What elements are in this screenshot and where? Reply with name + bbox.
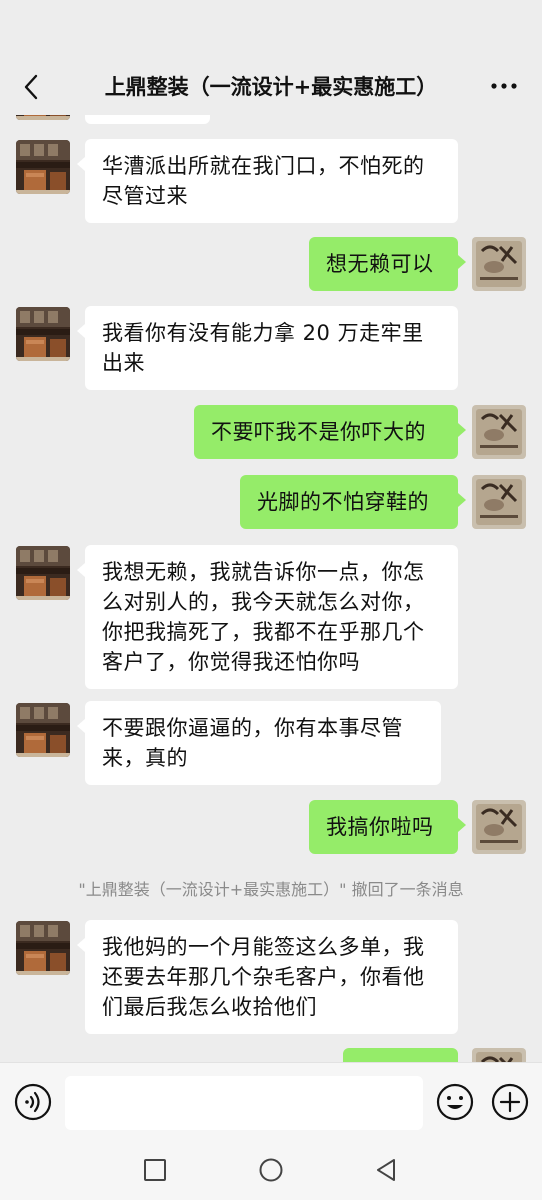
message-bubble-clipped[interactable] [343, 1048, 458, 1062]
contact-avatar[interactable] [16, 307, 70, 361]
contact-avatar[interactable] [16, 703, 70, 757]
message-bubble-outgoing[interactable]: 我搞你啦吗 [309, 800, 466, 854]
contact-avatar[interactable] [16, 921, 70, 975]
more-dots-icon [491, 83, 517, 89]
recent-apps-button[interactable] [143, 1158, 167, 1182]
voice-button[interactable] [14, 1083, 52, 1121]
message-bubble-outgoing[interactable]: 光脚的不怕穿鞋的 [240, 475, 466, 529]
message-bubble-outgoing[interactable]: 不要吓我不是你吓大的 [194, 405, 466, 459]
message-bubble-incoming[interactable]: 华漕派出所就在我门口，不怕死的尽管过来 [77, 139, 458, 223]
more-button[interactable] [490, 76, 520, 96]
circle-icon [259, 1158, 283, 1182]
message-bubble-incoming[interactable]: 我看你有没有能力拿 20 万走牢里出来 [77, 306, 458, 390]
message-bubble-incoming[interactable]: 我他妈的一个月能签这么多单，我还要去年那几个杂毛客户，你看他们最后我怎么收拾他们 [77, 920, 458, 1034]
my-avatar[interactable] [472, 237, 526, 291]
square-icon [144, 1159, 166, 1181]
message-input[interactable] [65, 1076, 423, 1130]
my-avatar[interactable] [472, 405, 526, 459]
more-functions-button[interactable] [491, 1083, 529, 1121]
contact-avatar[interactable] [16, 140, 70, 194]
message-bubble-incoming[interactable]: 我想无赖，我就告诉你一点，你怎么对别人的，我今天就怎么对你，你把我搞死了，我都不… [77, 545, 458, 689]
emoji-button[interactable] [436, 1083, 474, 1121]
system-navigation-bar [0, 1138, 542, 1200]
back-button[interactable] [18, 72, 44, 102]
chat-title: 上鼎整装（一流设计+最实惠施工） [104, 75, 438, 99]
my-avatar[interactable] [472, 800, 526, 854]
message-bubble-incoming[interactable]: 不要跟你逼逼的，你有本事尽管来，真的 [77, 701, 441, 785]
message-list[interactable]: 华漕派出所就在我门口，不怕死的尽管过来 想无赖可以 我看你有没有能力拿 20 万… [0, 0, 542, 1062]
home-button[interactable] [259, 1158, 283, 1182]
contact-avatar[interactable] [16, 546, 70, 600]
my-avatar[interactable] [472, 1048, 526, 1062]
my-avatar[interactable] [472, 475, 526, 529]
plus-icon [491, 1083, 529, 1121]
input-bar [0, 1062, 542, 1139]
recall-notice: "上鼎整装（一流设计+最实惠施工）" 撤回了一条消息 [78, 880, 464, 899]
chevron-left-icon [24, 74, 38, 100]
voice-icon [14, 1083, 52, 1121]
emoji-icon [436, 1083, 474, 1121]
message-bubble-outgoing[interactable]: 想无赖可以 [309, 237, 466, 291]
triangle-back-icon [377, 1159, 395, 1181]
nav-back-button[interactable] [374, 1158, 398, 1182]
chat-header: 上鼎整装（一流设计+最实惠施工） [0, 0, 542, 115]
